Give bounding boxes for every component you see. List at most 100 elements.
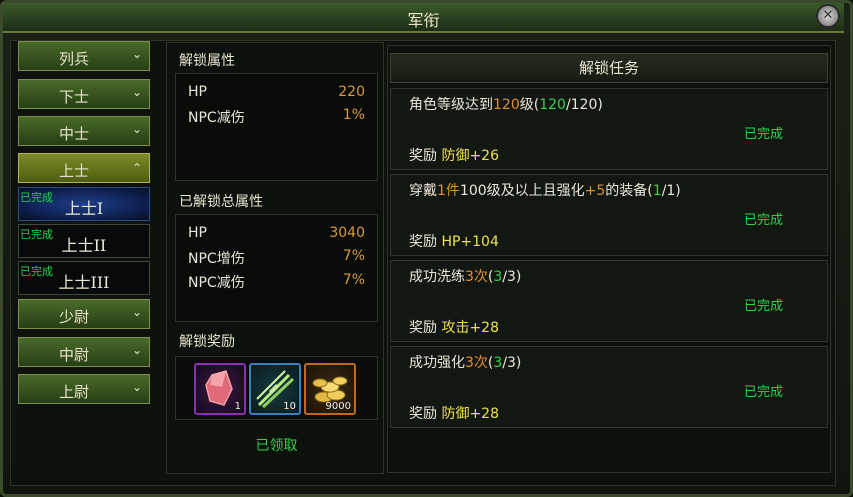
attr-value: 7% [342,248,365,264]
task-desc-segment: 120 [539,97,566,113]
reward-label: 奖励 [409,406,437,422]
task-item: 成功强化3次(3/3) 已完成 奖励 防御+28 [390,346,828,428]
task-desc-segment: 3次 [465,269,488,285]
attr-value: 1% [342,107,365,123]
attr-key: NPC减伤 [188,110,245,126]
reward-value: HP+104 [441,234,499,250]
task-desc-segment: /3) [502,355,522,371]
reward-label: 奖励 [409,234,437,250]
attr-key: NPC减伤 [188,275,245,291]
task-desc-segment: 成功洗练 [409,269,465,285]
chevron-down-icon: ⌄ [131,47,142,61]
rank-item-corporal[interactable]: 下士 ⌄ [18,79,150,109]
close-icon[interactable]: ✕ [816,4,840,28]
rank-label: 上士 [58,162,89,180]
task-description: 穿戴1件100级及以上且强化+5的装备(1/1) [409,181,705,202]
sub-rank-item[interactable]: 已完成 上士II [18,224,150,258]
task-item: 成功洗练3次(3/3) 已完成 奖励 攻击+28 [390,260,828,342]
task-desc-segment: /120) [565,97,603,113]
rank-item-captain[interactable]: 上尉 ⌄ [18,374,150,404]
task-desc-segment: 120 [493,97,520,113]
title-bar: 军衔 ✕ [3,3,844,33]
reward-label: 奖励 [409,148,437,164]
task-desc-segment: 的装备( [605,183,653,199]
sub-rank-label: 上士I [64,199,104,218]
task-desc-segment: +5 [584,183,606,199]
attr-row: HP 3040 [188,225,365,245]
reward-value: 防御+26 [441,148,499,164]
chevron-down-icon: ⌄ [131,305,142,319]
attr-row: NPC减伤 1% [188,107,365,127]
task-desc-segment: 角色等级达到 [409,97,493,113]
task-desc-segment: 100级及以上且强化 [459,183,585,199]
task-reward: 奖励 防御+26 [409,145,499,165]
tasks-header: 解锁任务 [390,53,828,83]
task-status: 已完成 [743,127,783,142]
reward-value: 攻击+28 [441,320,499,336]
task-item: 穿戴1件100级及以上且强化+5的装备(1/1) 已完成 奖励 HP+104 [390,174,828,256]
chevron-down-icon: ⌄ [131,380,142,394]
rank-item-private[interactable]: 列兵 ⌄ [18,41,150,71]
sub-rank-item[interactable]: 已完成 上士III [18,261,150,295]
unlock-attrs-title: 解锁属性 [179,53,235,69]
attr-row: NPC减伤 7% [188,272,365,292]
attr-key: NPC增伤 [188,251,245,267]
window-title: 军衔 [407,11,440,30]
task-status: 已完成 [743,213,783,228]
unlock-attrs-box: HP 220 NPC减伤 1% [175,73,378,181]
rewards-title: 解锁奖励 [179,334,235,350]
attr-row: NPC增伤 7% [188,248,365,268]
sub-rank-item[interactable]: 已完成 上士I [18,187,150,221]
task-desc-segment: 级( [519,97,540,113]
red-crystal-icon[interactable]: 1 [194,363,246,415]
item-count: 1 [234,401,241,412]
rank-item-second-lieutenant[interactable]: 少尉 ⌄ [18,299,150,329]
task-description: 角色等级达到120级(120/120) [409,95,705,116]
task-desc-segment: /3) [502,269,522,285]
attr-row: HP 220 [188,84,365,104]
chevron-down-icon: ⌄ [131,85,142,99]
rank-label: 下士 [58,88,89,106]
task-desc-segment: /1) [661,183,681,199]
rank-label: 中尉 [58,346,89,364]
chevron-down-icon: ⌄ [131,343,142,357]
green-blades-icon[interactable]: 10 [249,363,301,415]
task-desc-segment: 成功强化 [409,355,465,371]
rank-label: 上尉 [58,383,89,401]
rank-label: 中士 [58,125,89,143]
task-reward: 奖励 防御+28 [409,403,499,423]
task-desc-segment: 3 [493,355,503,371]
task-desc-segment: 3 [493,269,503,285]
total-attrs-box: HP 3040 NPC增伤 7% NPC减伤 7% [175,214,378,322]
rank-item-sergeant[interactable]: 中士 ⌄ [18,116,150,146]
rank-label: 列兵 [58,50,89,68]
gold-coins-icon[interactable]: 9000 [304,363,356,415]
rank-item-staff-sergeant[interactable]: 上士 ⌃ [18,153,150,183]
attr-key: HP [188,84,207,100]
task-desc-segment: 3次 [465,355,488,371]
task-status: 已完成 [743,299,783,314]
task-desc-segment: 1件 [437,183,460,199]
attr-value: 7% [342,272,365,288]
total-attrs-title: 已解锁总属性 [179,194,263,210]
item-count: 10 [283,401,296,412]
task-reward: 奖励 攻击+28 [409,317,499,337]
task-description: 成功强化3次(3/3) [409,353,705,374]
task-description: 成功洗练3次(3/3) [409,267,705,288]
sub-rank-label: 上士II [61,236,107,255]
item-count: 9000 [325,401,351,412]
attr-key: HP [188,225,207,241]
task-item: 角色等级达到120级(120/120) 已完成 奖励 防御+26 [390,88,828,170]
sub-rank-label: 上士III [58,273,110,292]
rank-item-first-lieutenant[interactable]: 中尉 ⌄ [18,337,150,367]
task-desc-segment: 穿戴 [409,183,437,199]
reward-value: 防御+28 [441,406,499,422]
task-reward: 奖励 HP+104 [409,231,499,251]
chevron-up-icon: ⌃ [131,161,142,175]
task-desc-segment: 1 [652,183,662,199]
chevron-down-icon: ⌄ [131,122,142,136]
attr-value: 3040 [329,225,365,241]
task-status: 已完成 [743,385,783,400]
attr-value: 220 [338,84,365,100]
rank-label: 少尉 [58,308,89,326]
